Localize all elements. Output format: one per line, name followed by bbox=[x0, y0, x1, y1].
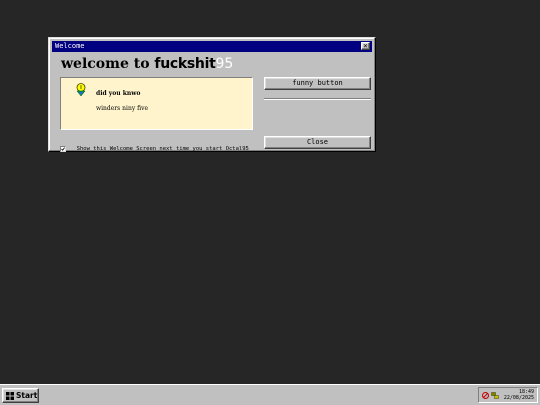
heading-brand: fuckshit bbox=[154, 56, 216, 72]
clock[interactable]: 18:49 22/08/2025 bbox=[504, 389, 534, 401]
close-button[interactable]: Close bbox=[264, 136, 371, 149]
windows-logo-icon bbox=[6, 392, 14, 400]
heading-prefix: welcome to bbox=[61, 56, 155, 72]
welcome-window: Welcome × welcome to fuckshit95 did you … bbox=[48, 37, 376, 152]
funny-button[interactable]: funny button bbox=[264, 77, 371, 90]
window-title: Welcome bbox=[55, 42, 85, 50]
close-icon: × bbox=[363, 42, 368, 50]
tip-title: did you knwo bbox=[96, 90, 141, 97]
show-welcome-label: Show this Welcome Screen next time you s… bbox=[76, 145, 249, 152]
clock-date: 22/08/2025 bbox=[503, 395, 534, 401]
taskbar: Start 18:49 22/08/2025 bbox=[0, 384, 540, 405]
start-button[interactable]: Start bbox=[2, 388, 39, 403]
network-icon[interactable] bbox=[491, 392, 499, 399]
show-welcome-option[interactable]: Show this Welcome Screen next time you s… bbox=[60, 138, 249, 152]
start-label: Start bbox=[16, 391, 38, 400]
title-bar[interactable]: Welcome × bbox=[52, 41, 372, 52]
checkmark-icon bbox=[61, 146, 65, 151]
lightbulb-icon bbox=[76, 83, 86, 97]
title-close-button[interactable]: × bbox=[361, 42, 370, 50]
no-entry-icon[interactable] bbox=[482, 392, 489, 399]
heading-version: 95 bbox=[215, 56, 234, 72]
separator bbox=[264, 98, 371, 100]
tip-panel: did you knwo winders niny five bbox=[60, 77, 253, 130]
tip-text: winders niny five bbox=[96, 105, 149, 112]
show-welcome-checkbox[interactable] bbox=[60, 145, 66, 152]
welcome-heading: welcome to fuckshit95 bbox=[61, 56, 233, 72]
system-tray: 18:49 22/08/2025 bbox=[478, 387, 538, 403]
